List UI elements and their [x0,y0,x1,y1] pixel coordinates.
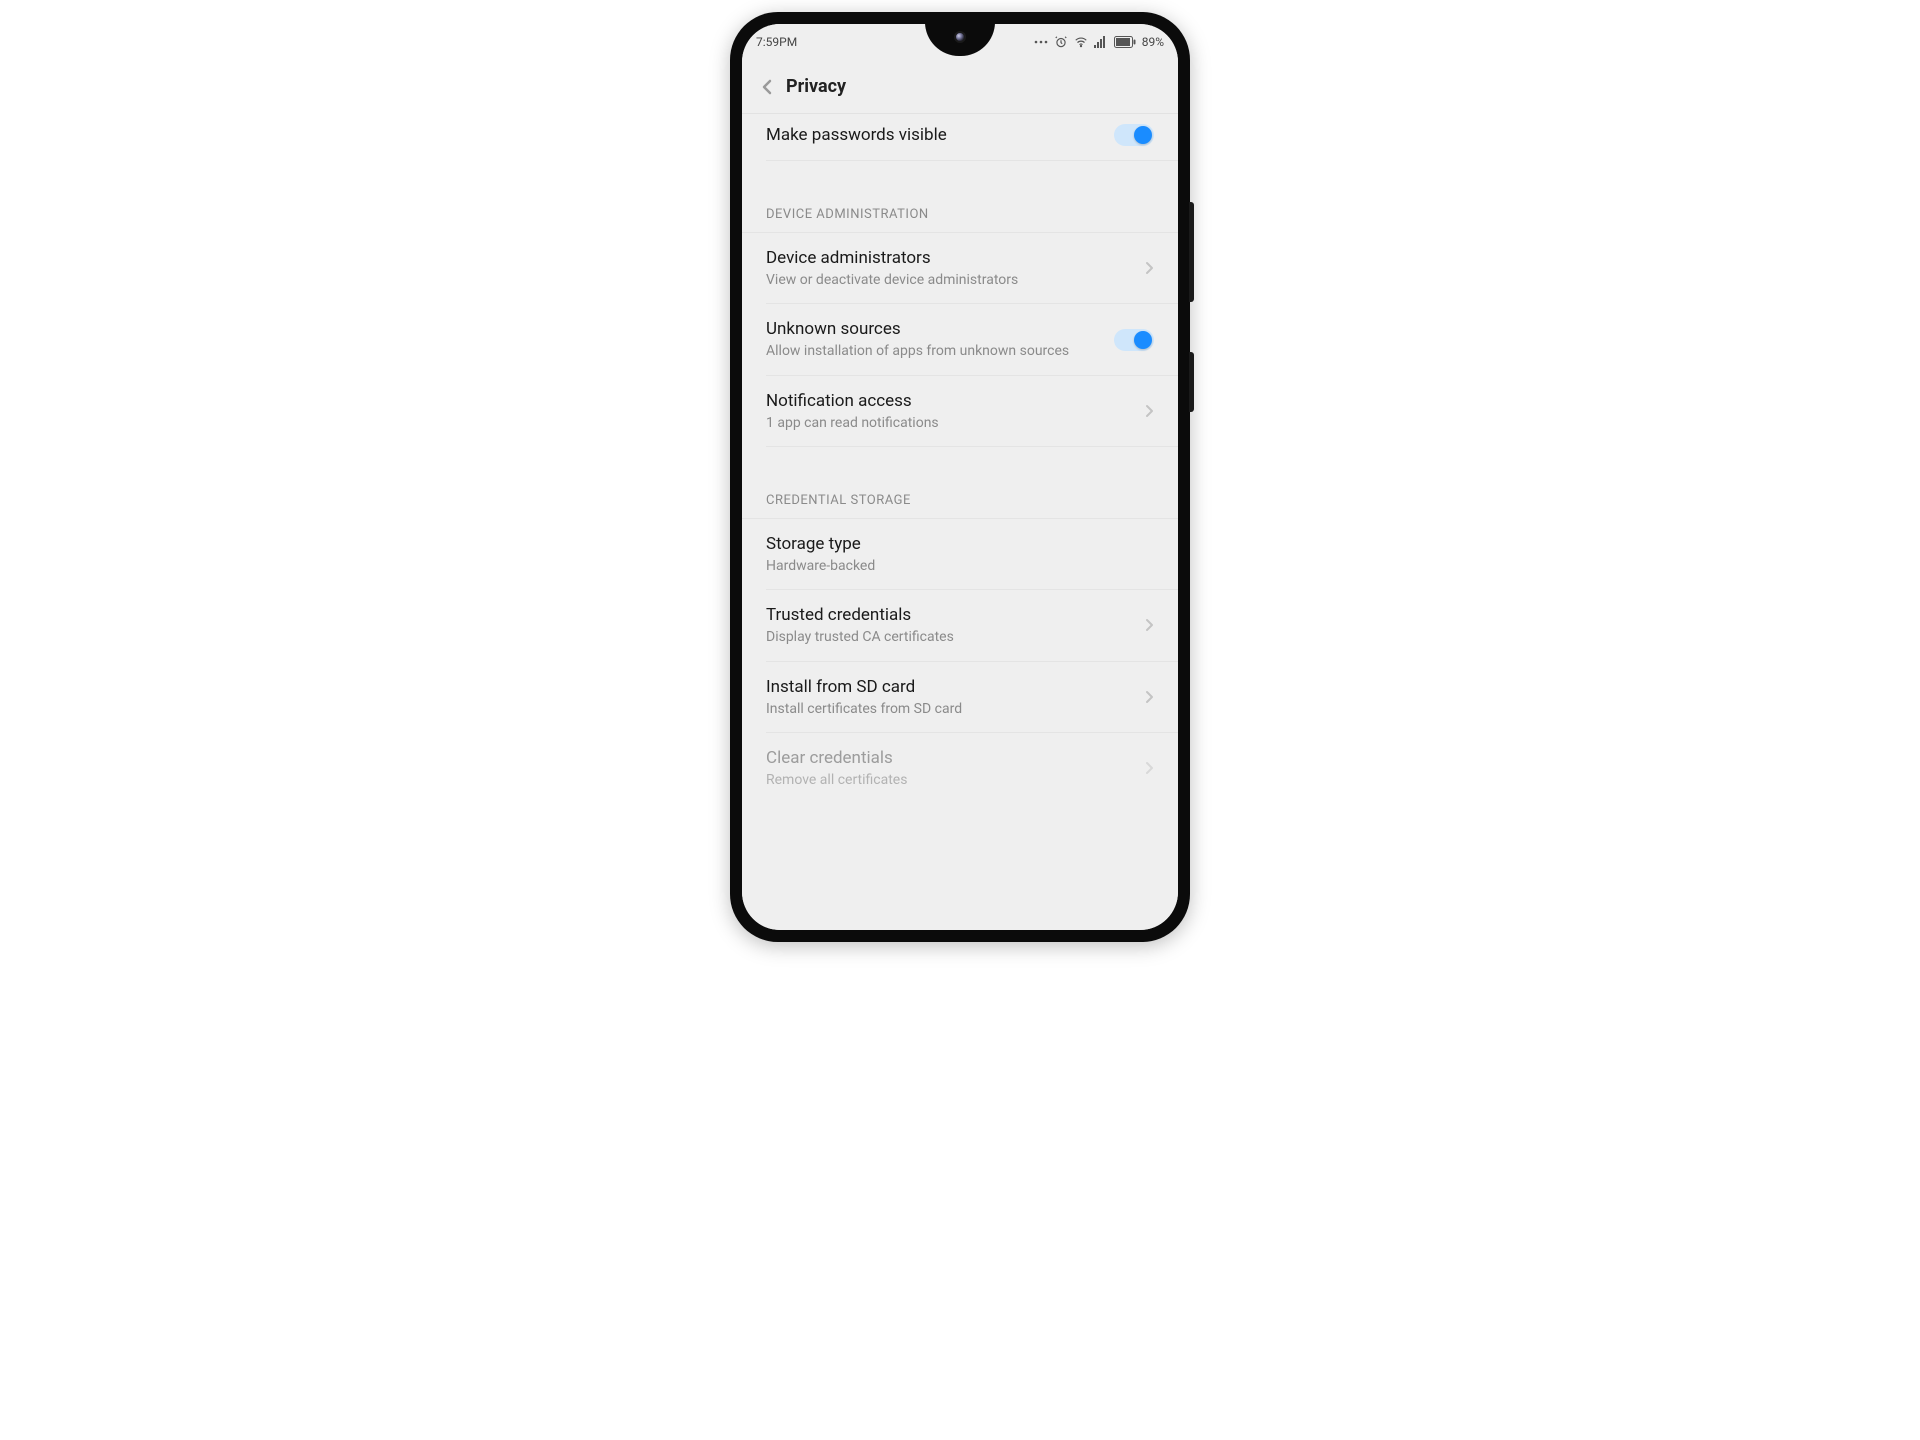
row-device-administrators[interactable]: Device administrators View or deactivate… [742,233,1178,303]
row-subtitle: 1 app can read notifications [766,414,1134,432]
front-camera [954,31,966,43]
row-unknown-sources[interactable]: Unknown sources Allow installation of ap… [742,304,1178,374]
chevron-right-icon [1144,690,1154,704]
row-storage-type[interactable]: Storage type Hardware-backed [742,519,1178,589]
row-title: Clear credentials [766,747,1134,769]
row-notification-access[interactable]: Notification access 1 app can read notif… [742,376,1178,446]
row-subtitle: Remove all certificates [766,771,1134,789]
section-header-credential-storage: CREDENTIAL STORAGE [742,465,1178,519]
row-install-from-sd[interactable]: Install from SD card Install certificate… [742,662,1178,732]
row-title: Storage type [766,533,1144,555]
row-subtitle: Hardware-backed [766,557,1144,575]
settings-list[interactable]: Make passwords visible DEVICE ADMINISTRA… [742,114,1178,930]
row-clear-credentials: Clear credentials Remove all certificate… [742,733,1178,803]
toggle-unknown-sources[interactable] [1114,329,1154,351]
row-make-passwords-visible[interactable]: Make passwords visible [742,114,1178,160]
row-subtitle: Display trusted CA certificates [766,628,1134,646]
wifi-icon [1074,35,1088,49]
row-subtitle: Allow installation of apps from unknown … [766,342,1104,360]
titlebar: Privacy [742,60,1178,114]
statusbar-time: 7:59PM [756,35,797,49]
row-trusted-credentials[interactable]: Trusted credentials Display trusted CA c… [742,590,1178,660]
row-title: Install from SD card [766,676,1134,698]
power-button [1189,352,1194,412]
back-button[interactable] [756,76,778,98]
chevron-right-icon [1144,618,1154,632]
page-title: Privacy [786,76,846,97]
row-subtitle: View or deactivate device administrators [766,271,1134,289]
phone-frame: 7:59PM 89% [730,12,1190,942]
battery-icon [1114,36,1136,48]
alarm-icon [1054,35,1068,49]
row-title: Make passwords visible [766,124,1104,146]
row-title: Device administrators [766,247,1134,269]
statusbar-battery-pct: 89% [1142,35,1164,49]
toggle-make-passwords-visible[interactable] [1114,124,1154,146]
screen: 7:59PM 89% [742,24,1178,930]
volume-button [1189,202,1194,302]
row-title: Unknown sources [766,318,1104,340]
chevron-right-icon [1144,261,1154,275]
chevron-right-icon [1144,404,1154,418]
row-title: Trusted credentials [766,604,1134,626]
chevron-right-icon [1144,761,1154,775]
signal-icon [1094,36,1108,48]
row-subtitle: Install certificates from SD card [766,700,1134,718]
row-title: Notification access [766,390,1134,412]
section-header-device-admin: DEVICE ADMINISTRATION [742,179,1178,233]
more-icon [1034,37,1048,47]
